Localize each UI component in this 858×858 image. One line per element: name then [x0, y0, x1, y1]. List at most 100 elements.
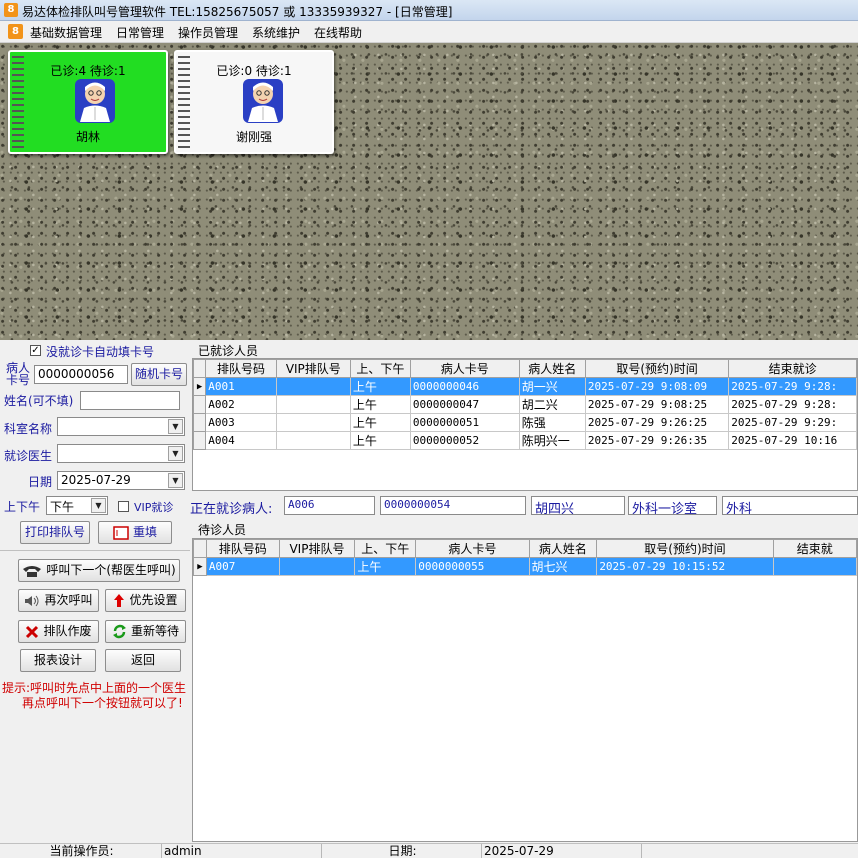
patient-name-cell[interactable]: 陈强 — [518, 413, 586, 432]
time-cell[interactable]: 2025-07-29 9:26:25 — [584, 413, 730, 432]
menu-help[interactable]: 在线帮助 — [314, 24, 362, 41]
grid-corner — [193, 359, 207, 378]
column-header[interactable]: 取号(预约)时间 — [584, 359, 730, 378]
table-row[interactable]: ▶ A007 上午 0000000055 胡七兴 2025-07-29 10:15:52 — [193, 557, 857, 576]
doctor-name: 胡林 — [75, 130, 100, 144]
doctor-select[interactable]: ▼ — [57, 444, 185, 463]
queue-cell[interactable]: A004 — [205, 431, 277, 450]
patient-name-cell[interactable]: 胡一兴 — [518, 377, 586, 396]
end-time-cell[interactable]: 2025-07-29 10:16 — [728, 431, 857, 450]
card-cell[interactable]: 0000000051 — [409, 413, 520, 432]
patient-name-cell[interactable]: 陈明兴一 — [518, 431, 586, 450]
chevron-down-icon[interactable]: ▼ — [168, 473, 183, 488]
auto-fill-checkbox[interactable]: ✓ — [30, 345, 41, 356]
print-queue-button[interactable]: 打印排队号 — [20, 521, 90, 544]
name-input[interactable] — [80, 391, 180, 410]
table-row[interactable]: A002 上午 0000000047 胡二兴 2025-07-29 9:08:25 202… — [193, 395, 857, 414]
column-header[interactable]: 取号(预约)时间 — [596, 539, 774, 558]
chevron-down-icon[interactable]: ▼ — [168, 446, 183, 461]
time-cell[interactable]: 2025-07-29 9:26:35 — [584, 431, 730, 450]
row-indicator — [193, 395, 207, 414]
column-header[interactable]: 上、下午 — [354, 539, 417, 558]
period-cell[interactable]: 上午 — [354, 557, 417, 576]
table-row[interactable]: A004 上午 0000000052 陈明兴一 2025-07-29 9:26:35 20… — [193, 431, 857, 450]
chevron-down-icon[interactable]: ▼ — [91, 498, 106, 513]
status-bar: 当前操作员: admin 日期: 2025-07-29 — [0, 843, 858, 858]
column-header[interactable]: 排队号码 — [205, 539, 280, 558]
column-header[interactable]: 病人姓名 — [528, 539, 598, 558]
vip-cell[interactable] — [275, 413, 351, 432]
column-header[interactable]: 上、下午 — [349, 359, 411, 378]
report-design-button[interactable]: 报表设计 — [20, 649, 96, 672]
menu-system[interactable]: 系统维护 — [252, 24, 300, 41]
requeue-button[interactable]: 重新等待 — [105, 620, 186, 643]
card-label: 病人卡号 — [6, 361, 31, 387]
seen-patients-grid[interactable]: 排队号码 VIP排队号 上、下午 病人卡号 病人姓名 取号(预约)时间 结束就诊… — [192, 358, 858, 491]
time-cell[interactable]: 2025-07-29 10:15:52 — [596, 557, 774, 576]
column-header[interactable]: 病人姓名 — [518, 359, 586, 378]
queue-cell[interactable]: A003 — [205, 413, 277, 432]
period-select[interactable]: 下午 ▼ — [46, 496, 108, 515]
table-row[interactable]: A003 上午 0000000051 陈强 2025-07-29 9:26:25 2025… — [193, 413, 857, 432]
card-cell[interactable]: 0000000047 — [409, 395, 520, 414]
current-queue-field: A006 — [284, 496, 375, 515]
date-picker[interactable]: 2025-07-29 ▼ — [57, 471, 185, 490]
recall-button[interactable]: 再次呼叫 — [18, 589, 99, 612]
dept-select[interactable]: ▼ — [57, 417, 185, 436]
period-cell[interactable]: 上午 — [349, 377, 411, 396]
column-header[interactable]: 病人卡号 — [409, 359, 520, 378]
column-header[interactable]: 排队号码 — [205, 359, 277, 378]
time-cell[interactable]: 2025-07-29 9:08:25 — [584, 395, 730, 414]
period-cell[interactable]: 上午 — [349, 395, 411, 414]
doctor-card[interactable]: 已诊:0 待诊:1 谢刚强 — [174, 50, 334, 154]
column-header[interactable]: 病人卡号 — [415, 539, 530, 558]
period-cell[interactable]: 上午 — [349, 431, 411, 450]
vip-cell[interactable] — [275, 377, 351, 396]
table-row[interactable]: ▶ A001 上午 0000000046 胡一兴 2025-07-29 9:08:09 20… — [193, 377, 857, 396]
card-cell[interactable]: 0000000055 — [415, 557, 530, 576]
queue-cell[interactable]: A001 — [205, 377, 277, 396]
vip-label: VIP就诊 — [134, 501, 174, 514]
doctor-card[interactable]: 已诊:4 待诊:1 胡林 — [8, 50, 168, 154]
app-menu-icon[interactable]: 8 — [8, 24, 23, 39]
card-cell[interactable]: 0000000046 — [409, 377, 520, 396]
period-label: 上下午 — [4, 500, 41, 514]
column-header[interactable]: VIP排队号 — [278, 539, 356, 558]
end-time-cell[interactable] — [772, 557, 857, 576]
column-header[interactable]: VIP排队号 — [275, 359, 351, 378]
back-button[interactable]: 返回 — [105, 649, 181, 672]
arrow-up-icon — [114, 594, 125, 607]
period-cell[interactable]: 上午 — [349, 413, 411, 432]
end-time-cell[interactable]: 2025-07-29 9:28: — [728, 377, 857, 396]
vip-cell[interactable] — [275, 431, 351, 450]
column-header[interactable]: 结束就诊 — [728, 359, 857, 378]
call-next-button[interactable]: 呼叫下一个(帮医生呼叫) — [18, 559, 180, 582]
card-cell[interactable]: 0000000052 — [409, 431, 520, 450]
end-time-cell[interactable]: 2025-07-29 9:29: — [728, 413, 857, 432]
chevron-down-icon[interactable]: ▼ — [168, 419, 183, 434]
requeue-label: 重新等待 — [130, 624, 179, 638]
queue-cell[interactable]: A007 — [205, 557, 280, 576]
void-queue-button[interactable]: 排队作废 — [18, 620, 99, 643]
dept-label: 科室名称 — [4, 422, 53, 436]
waiting-patients-grid[interactable]: 排队号码 VIP排队号 上、下午 病人卡号 病人姓名 取号(预约)时间 结束就 … — [192, 538, 858, 842]
time-cell[interactable]: 2025-07-29 9:08:09 — [584, 377, 730, 396]
queue-cell[interactable]: A002 — [205, 395, 277, 414]
menu-operator[interactable]: 操作员管理 — [178, 24, 238, 41]
current-name-field: 胡四兴 — [531, 496, 625, 515]
reset-button[interactable]: 重填 — [98, 521, 172, 544]
patient-name-cell[interactable]: 胡七兴 — [528, 557, 598, 576]
patient-name-cell[interactable]: 胡二兴 — [518, 395, 586, 414]
menu-basic-data[interactable]: 基础数据管理 — [30, 24, 102, 41]
column-header[interactable]: 结束就 — [772, 539, 857, 558]
menu-daily[interactable]: 日常管理 — [116, 24, 164, 41]
priority-button[interactable]: 优先设置 — [105, 589, 186, 612]
period-value: 下午 — [50, 500, 75, 514]
random-card-button[interactable]: 随机卡号 — [131, 363, 187, 386]
vip-cell[interactable] — [278, 557, 356, 576]
end-time-cell[interactable]: 2025-07-29 9:28: — [728, 395, 857, 414]
vip-checkbox[interactable] — [118, 501, 129, 512]
card-number-input[interactable]: 0000000056 — [34, 365, 128, 384]
row-indicator — [193, 413, 207, 432]
vip-cell[interactable] — [275, 395, 351, 414]
